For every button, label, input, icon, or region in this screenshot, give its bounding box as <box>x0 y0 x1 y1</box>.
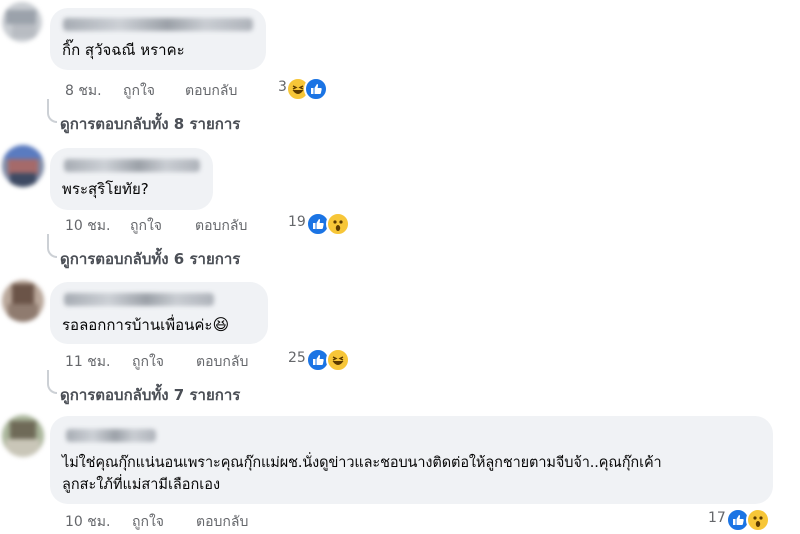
view-replies-link[interactable]: ดูการตอบกลับทั้ง 7 รายการ <box>60 383 240 407</box>
commenter-name[interactable] <box>64 159 200 172</box>
comment-bubble: พระสุริโยทัย? <box>50 148 213 210</box>
avatar[interactable] <box>2 145 44 187</box>
comment-text: กิ๊ก สุวัจฉณี หราคะ <box>62 41 185 59</box>
avatar[interactable] <box>2 415 44 457</box>
view-replies-link[interactable]: ดูการตอบกลับทั้ง 6 รายการ <box>60 247 240 271</box>
avatar[interactable] <box>2 280 44 322</box>
reply-thread-line <box>47 234 57 258</box>
reply-button[interactable]: ตอบกลับ <box>185 80 237 102</box>
reply-thread-line <box>47 370 57 394</box>
wow-reaction-icon <box>326 212 350 236</box>
reply-button[interactable]: ตอบกลับ <box>196 351 248 373</box>
comment-time[interactable]: 11 ชม. <box>65 351 110 373</box>
view-replies-link[interactable]: ดูการตอบกลับทั้ง 8 รายการ <box>60 112 240 136</box>
reply-button[interactable]: ตอบกลับ <box>196 511 248 533</box>
commenter-name[interactable] <box>66 429 156 442</box>
comment-text: พระสุริโยทัย? <box>62 180 149 198</box>
reaction-count: 25 <box>288 350 306 366</box>
like-button[interactable]: ถูกใจ <box>132 351 164 373</box>
like-button[interactable]: ถูกใจ <box>132 511 164 533</box>
comment-bubble: กิ๊ก สุวัจฉณี หราคะ <box>50 8 266 70</box>
comment-bubble: รอลอกการบ้านเพื่อนค่ะ😆 <box>50 282 268 344</box>
comment-text-line-2: ลูกสะใภ้ที่แม่สามีเลือกเอง <box>62 477 221 493</box>
comment-bubble: ไม่ใช่คุณกุ๊กแน่นอนเพราะคุณกุ๊กแม่ผช.นั่… <box>50 416 773 504</box>
haha-reaction-icon <box>326 348 350 372</box>
reaction-count: 17 <box>708 510 726 526</box>
avatar[interactable] <box>2 2 42 42</box>
like-button[interactable]: ถูกใจ <box>123 80 155 102</box>
like-reaction-icon <box>304 77 328 101</box>
like-button[interactable]: ถูกใจ <box>130 215 162 237</box>
commenter-name[interactable] <box>63 18 253 31</box>
comment-time[interactable]: 10 ชม. <box>65 511 110 533</box>
comment-time[interactable]: 8 ชม. <box>65 80 102 102</box>
comment-text-content: รอลอกการบ้านเพื่อนค่ะ <box>62 316 213 334</box>
reaction-count: 19 <box>288 214 306 230</box>
commenter-name[interactable] <box>64 293 214 306</box>
reply-thread-line <box>47 99 57 123</box>
comment-time[interactable]: 10 ชม. <box>65 215 110 237</box>
comment-text: รอลอกการบ้านเพื่อนค่ะ😆 <box>62 312 229 338</box>
reply-button[interactable]: ตอบกลับ <box>195 215 247 237</box>
wow-reaction-icon <box>746 508 770 532</box>
laughing-emoji-icon: 😆 <box>212 315 230 334</box>
